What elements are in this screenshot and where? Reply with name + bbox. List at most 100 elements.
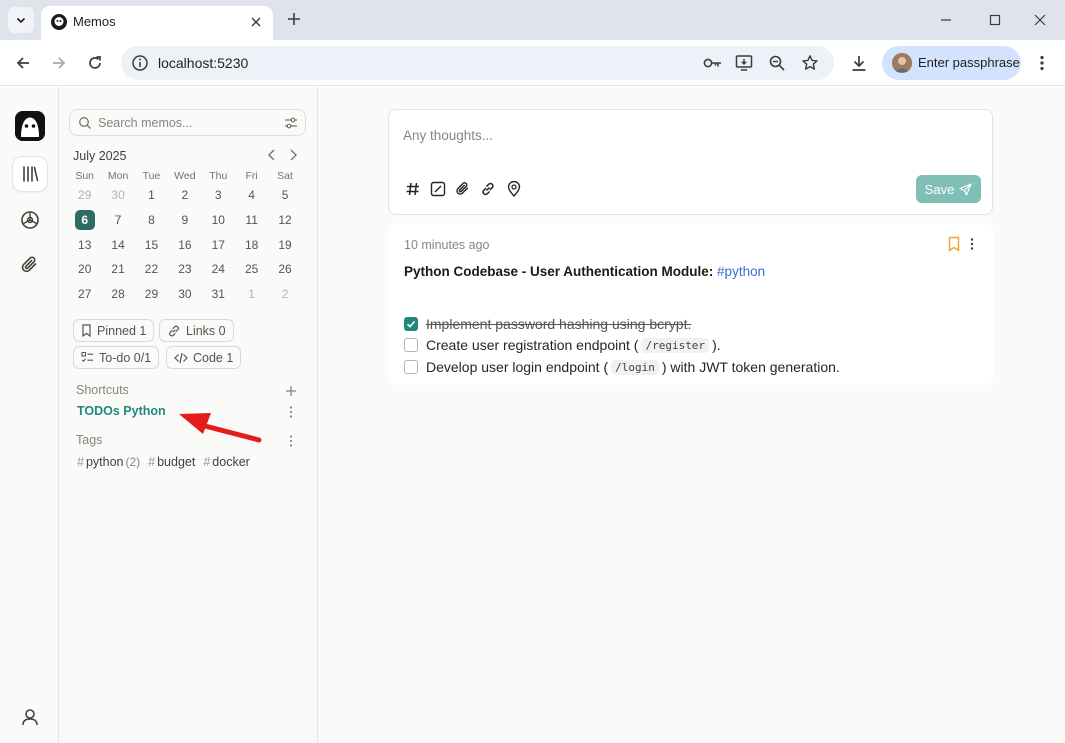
calendar-day[interactable]: 21 [101, 262, 134, 276]
calendar-day[interactable]: 22 [135, 262, 168, 276]
tag-python[interactable]: # python (2) [77, 455, 140, 469]
add-shortcut-plus-icon[interactable] [284, 384, 298, 398]
calendar-day[interactable]: 25 [235, 262, 268, 276]
calendar-day[interactable]: 30 [168, 287, 201, 301]
minimize-icon[interactable] [928, 6, 964, 34]
shortcut-item-todos-python[interactable]: TODOs Python [77, 404, 166, 418]
calendar-day[interactable]: 3 [202, 188, 235, 202]
calendar-day[interactable]: 24 [202, 262, 235, 276]
tag-budget[interactable]: # budget [148, 455, 195, 469]
links-stat[interactable]: Links 0 [159, 319, 234, 342]
prev-month-chevron-left-icon[interactable] [264, 147, 280, 163]
calendar-day[interactable]: 9 [168, 213, 201, 227]
calendar-day[interactable]: 29 [68, 188, 101, 202]
calendar-day[interactable]: 1 [235, 287, 268, 301]
calendar-day[interactable]: 30 [101, 188, 134, 202]
calendar-day[interactable]: 19 [268, 238, 301, 252]
calendar-day[interactable]: 2 [268, 287, 301, 301]
todo-checkbox-checked[interactable] [404, 317, 418, 331]
calendar-week-row: 29 30 1 2 3 4 5 [68, 183, 302, 208]
todo-checkbox[interactable] [404, 360, 418, 374]
memo-more-icon[interactable] [967, 236, 977, 252]
paperclip-icon[interactable] [453, 179, 473, 199]
calendar-day[interactable]: 27 [68, 287, 101, 301]
calendar-day[interactable]: 1 [135, 188, 168, 202]
app-logo[interactable] [15, 111, 45, 141]
link-icon[interactable] [478, 179, 498, 199]
calendar-day[interactable]: 17 [202, 238, 235, 252]
calendar-day[interactable]: 29 [135, 287, 168, 301]
calendar-day[interactable]: 2 [168, 188, 201, 202]
calendar-day[interactable]: 10 [202, 213, 235, 227]
omnibox[interactable]: localhost:5230 [121, 46, 834, 80]
memo-title: Python Codebase - User Authentication Mo… [404, 264, 765, 279]
todo-checkbox[interactable] [404, 338, 418, 352]
shortcut-more-icon[interactable] [284, 405, 298, 419]
calendar-day[interactable]: 8 [135, 213, 168, 227]
forward-icon[interactable] [46, 50, 72, 76]
hash-icon: # [77, 455, 84, 469]
zoom-icon[interactable] [767, 53, 787, 73]
tab-search-button[interactable] [8, 7, 34, 33]
save-button[interactable]: Save [916, 175, 981, 203]
calendar-day[interactable]: 15 [135, 238, 168, 252]
new-tab-plus-icon[interactable] [283, 8, 305, 30]
attachments-icon[interactable] [12, 247, 48, 283]
hash-icon: # [148, 455, 156, 469]
calendar-day[interactable]: 12 [268, 213, 301, 227]
install-app-icon[interactable] [735, 53, 755, 73]
bookmark-pinned-icon[interactable] [947, 236, 961, 252]
code-stat[interactable]: Code 1 [166, 346, 242, 369]
next-month-chevron-right-icon[interactable] [285, 147, 301, 163]
calendar-day[interactable]: 5 [268, 188, 301, 202]
memo-editor-input[interactable] [403, 128, 963, 150]
close-tab-icon[interactable] [245, 11, 267, 33]
site-info-icon[interactable] [131, 54, 149, 72]
tags-more-icon[interactable] [284, 434, 298, 448]
memos-nav-icon[interactable] [12, 156, 48, 192]
reload-icon[interactable] [82, 50, 108, 76]
calendar-week-row: 27 28 29 30 31 1 2 [68, 282, 302, 307]
calendar-day[interactable]: 26 [268, 262, 301, 276]
download-icon[interactable] [846, 50, 872, 76]
calendar-day[interactable]: 23 [168, 262, 201, 276]
key-icon[interactable] [703, 53, 723, 73]
calendar-day-today[interactable]: 6 [74, 210, 95, 231]
calendar-day[interactable]: 14 [101, 238, 134, 252]
url-text[interactable]: localhost:5230 [158, 55, 248, 71]
maximize-icon[interactable] [977, 6, 1013, 34]
calendar-day[interactable]: 20 [68, 262, 101, 276]
calendar-day[interactable]: 31 [202, 287, 235, 301]
user-icon[interactable] [12, 699, 48, 735]
hashtag-icon[interactable] [403, 179, 423, 199]
calendar-day[interactable]: 18 [235, 238, 268, 252]
memo-hashtag[interactable]: #python [717, 264, 765, 279]
pinned-stat[interactable]: Pinned 1 [73, 319, 155, 342]
calendar-day[interactable]: 4 [235, 188, 268, 202]
search-input[interactable] [98, 114, 278, 132]
calendar-day[interactable]: 11 [235, 213, 268, 227]
weekday-label: Sat [277, 170, 293, 182]
explore-icon[interactable] [12, 202, 48, 238]
calendar-day[interactable]: 13 [68, 238, 101, 252]
map-pin-icon[interactable] [504, 179, 524, 199]
tag-docker[interactable]: # docker [203, 455, 249, 469]
profile-button[interactable]: Enter passphrase [882, 46, 1021, 80]
close-window-icon[interactable] [1022, 6, 1058, 34]
calendar-day[interactable]: 7 [101, 213, 134, 227]
search-box[interactable] [69, 109, 306, 136]
checkbox-square-icon[interactable] [428, 179, 448, 199]
calendar-day[interactable]: 28 [101, 287, 134, 301]
check-icon [406, 320, 416, 328]
search-icon [79, 117, 91, 129]
browser-tab-memos[interactable]: Memos [41, 6, 273, 40]
filter-settings-icon[interactable] [284, 116, 298, 130]
memo-timestamp[interactable]: 10 minutes ago [404, 238, 489, 252]
back-icon[interactable] [10, 50, 36, 76]
todo-stat[interactable]: To-do 0/1 [73, 346, 160, 369]
calendar-day[interactable]: 16 [168, 238, 201, 252]
kebab-menu-icon[interactable] [1029, 50, 1055, 76]
star-icon[interactable] [800, 53, 820, 73]
calendar-day[interactable]: 6 [68, 210, 101, 231]
link-icon [169, 325, 179, 336]
